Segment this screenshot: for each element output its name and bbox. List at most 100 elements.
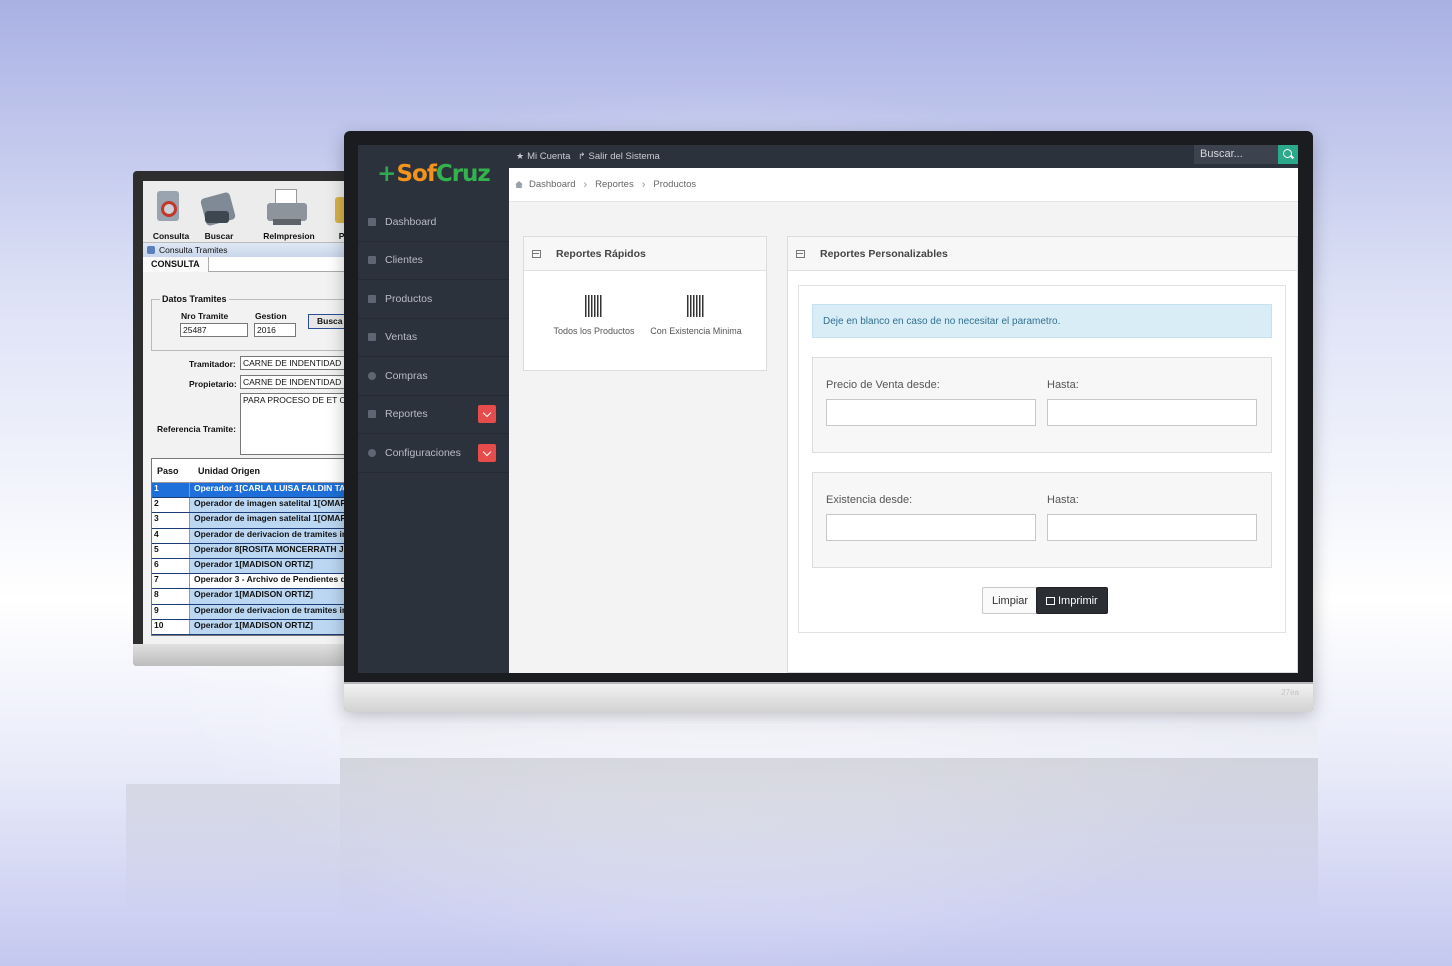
precio-desde-input[interactable]	[826, 399, 1036, 426]
legacy-app-window: Consulta Buscar ReImpresion Ficha	[133, 171, 363, 666]
gestion-field[interactable]: 2016	[254, 323, 296, 337]
row-paso: 7	[152, 574, 190, 589]
imprimir-button[interactable]: Imprimir	[1036, 587, 1108, 614]
cog-icon	[368, 448, 376, 457]
salir-label: Salir del Sistema	[588, 151, 660, 162]
table-row[interactable]: 9 Operador de derivacion de tramites in	[152, 604, 363, 620]
row-paso: 8	[152, 589, 190, 604]
chevron-down-icon[interactable]	[478, 443, 496, 462]
buscar-tool-label: Buscar	[204, 231, 234, 241]
row-unidad: Operador de imagen satelital 1[OMAR	[190, 513, 363, 528]
barcode-icon	[368, 294, 376, 303]
logo-cross: +	[377, 161, 396, 187]
row-unidad: Operador 1[MADISON ORTIZ]	[190, 589, 363, 604]
sidebar-item-productos[interactable]: Productos	[358, 280, 509, 319]
row-unidad: Operador 3 - Archivo de Pendientes d	[190, 574, 363, 589]
chevron-down-icon[interactable]	[478, 405, 496, 424]
sidebar-item-ventas[interactable]: Ventas	[358, 319, 509, 357]
monitor-label: 27ea	[1281, 688, 1299, 697]
table-row[interactable]: 1 Operador 1[CARLA LUISA FALDIN TA	[152, 483, 363, 499]
pasos-table: Paso Unidad Origen 1 Operador 1[CARLA LUI…	[151, 458, 363, 636]
todos-productos-report[interactable]: Todos los Productos	[544, 295, 644, 336]
table-icon	[368, 410, 376, 419]
quick-reports-header: Reportes Rápidos	[524, 237, 766, 271]
sidebar-item-configuraciones[interactable]: Configuraciones	[358, 434, 509, 473]
sidebar-item-reportes[interactable]: Reportes	[358, 396, 509, 434]
gear-icon	[368, 371, 376, 380]
printer-icon	[251, 185, 327, 229]
mi-cuenta-link[interactable]: ★ Mi Cuenta	[516, 151, 570, 162]
table-row[interactable]: 3 Operador de imagen satelital 1[OMAR	[152, 513, 363, 529]
legacy-tabs: CONSULTA	[143, 257, 363, 272]
row-paso: 4	[152, 528, 190, 543]
precio-fieldset: Precio de Venta desde: Hasta:	[812, 357, 1272, 453]
home-icon	[515, 181, 523, 188]
binoculars-icon	[195, 185, 243, 229]
table-row[interactable]: 10 Operador 1[MADISON ORTIZ]	[152, 619, 363, 635]
search-input[interactable]: Buscar...	[1194, 145, 1278, 164]
imprimir-label: Imprimir	[1058, 595, 1098, 607]
tab-consulta[interactable]: CONSULTA	[143, 257, 209, 272]
referencia-label: Referencia Tramite:	[157, 424, 236, 434]
barcode-icon	[585, 295, 603, 317]
print-icon	[1046, 597, 1055, 605]
existencia-fieldset: Existencia desde: Hasta:	[812, 472, 1272, 568]
salir-link[interactable]: ↱ Salir del Sistema	[578, 151, 660, 162]
legacy-monitor-bezel	[133, 644, 363, 666]
sidebar-item-label: Productos	[385, 292, 433, 305]
table-row[interactable]: 5 Operador 8[ROSITA MONCERRATH J	[152, 543, 363, 559]
sidebar-item-clientes[interactable]: Clientes	[358, 242, 509, 280]
precio-hasta-label: Hasta:	[1047, 379, 1079, 391]
row-unidad: Operador 1[MADISON ORTIZ]	[190, 619, 363, 634]
sofcruz-logo[interactable]: + Sof Cruz	[358, 145, 509, 203]
table-header: Paso Unidad Origen	[152, 459, 363, 483]
row-paso: 1	[152, 483, 190, 498]
chevron-right-icon: ›	[641, 178, 646, 191]
table-row[interactable]: 8 Operador 1[MADISON ORTIZ]	[152, 589, 363, 605]
users-icon	[368, 256, 376, 265]
sidebar-item-label: Dashboard	[385, 215, 437, 228]
breadcrumb-reportes[interactable]: Reportes	[595, 179, 634, 190]
search-icon[interactable]	[1278, 145, 1298, 164]
existencia-minima-report[interactable]: Con Existencia Minima	[646, 295, 746, 336]
existencia-hasta-input[interactable]	[1047, 514, 1257, 541]
mi-cuenta-label: Mi Cuenta	[527, 151, 571, 162]
sidebar-item-dashboard[interactable]: Dashboard	[358, 203, 509, 242]
unidad-origen-header: Unidad Origen	[198, 465, 261, 476]
quick-reports-panel: Reportes Rápidos Todos los Productos Con…	[523, 236, 767, 371]
existencia-desde-input[interactable]	[826, 514, 1036, 541]
share-icon: ↱	[578, 151, 586, 161]
sidebar-item-label: Ventas	[385, 331, 418, 344]
row-unidad: Operador 1[CARLA LUISA FALDIN TA	[190, 483, 363, 498]
table-icon	[796, 250, 805, 258]
buscar-tool-button[interactable]: Buscar	[195, 185, 243, 241]
existencia-hasta-label: Hasta:	[1047, 494, 1079, 506]
precio-hasta-input[interactable]	[1047, 399, 1257, 426]
paso-header: Paso	[157, 465, 179, 476]
limpiar-button[interactable]: Limpiar	[982, 587, 1039, 614]
table-icon	[532, 250, 541, 258]
row-paso: 10	[152, 619, 190, 634]
table-row[interactable]: 2 Operador de imagen satelital 1[OMAR	[152, 498, 363, 514]
home-icon	[368, 217, 376, 226]
monitor-bezel: 27ea	[344, 682, 1313, 712]
table-row[interactable]: 7 Operador 3 - Archivo de Pendientes d	[152, 574, 363, 590]
consulta-tool-button[interactable]: Consulta	[147, 185, 195, 241]
row-unidad: Operador de derivacion de tramites in	[190, 604, 363, 619]
barcode-icon	[687, 295, 705, 317]
consulta-tool-label: Consulta	[152, 231, 190, 241]
logo-sof: Sof	[396, 161, 436, 187]
nro-tramite-field[interactable]: 25487	[180, 323, 248, 337]
sidebar-item-compras[interactable]: Compras	[358, 357, 509, 396]
propietario-label: Propietario:	[189, 379, 237, 389]
row-unidad: Operador 1[MADISON ORTIZ]	[190, 558, 363, 574]
reimpresion-tool-button[interactable]: ReImpresion Ficha	[251, 185, 327, 251]
table-row[interactable]: 6 Operador 1[MADISON ORTIZ]	[152, 558, 363, 575]
tramitador-label: Tramitador:	[189, 359, 236, 369]
sidebar: + Sof Cruz Dashboard Clientes Productos Ve…	[358, 145, 509, 673]
quick-reports-title: Reportes Rápidos	[556, 247, 646, 260]
breadcrumb-dashboard[interactable]: Dashboard	[529, 179, 575, 190]
row-paso: 6	[152, 558, 190, 574]
table-row[interactable]: 4 Operador de derivacion de tramites in	[152, 528, 363, 544]
existencia-minima-label: Con Existencia Minima	[650, 326, 742, 336]
